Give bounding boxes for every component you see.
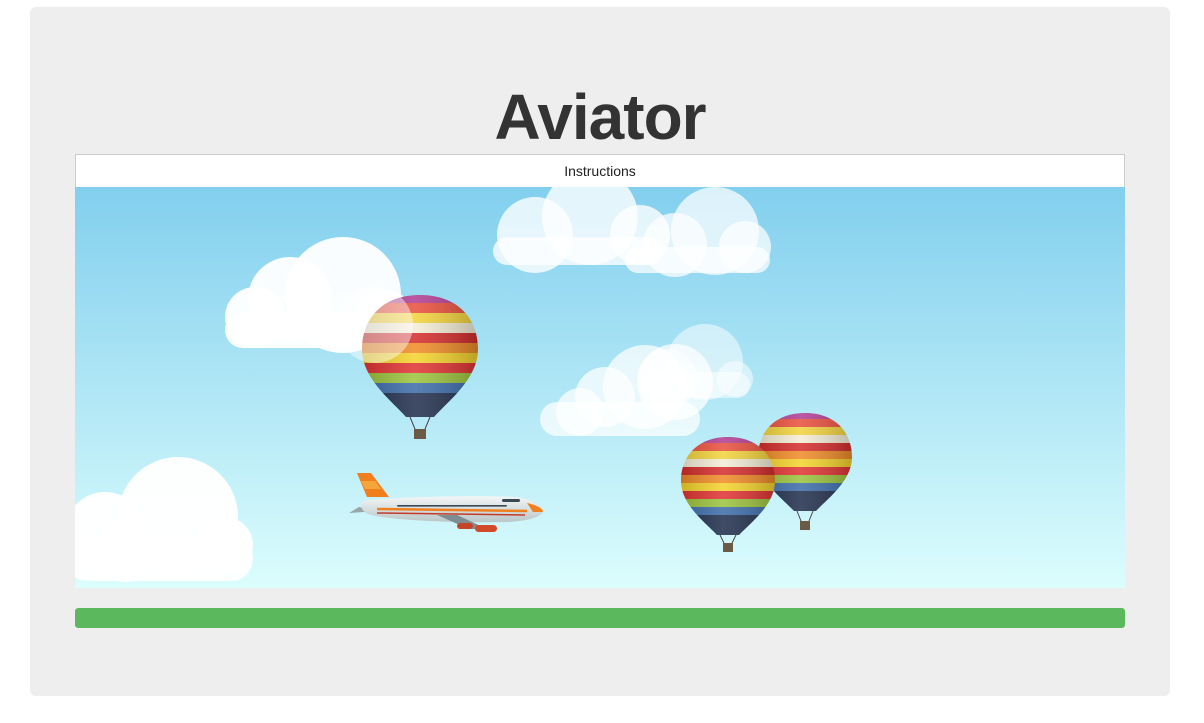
progress-bar-fill	[75, 608, 1125, 628]
progress-bar	[75, 608, 1125, 628]
game-panel: Aviator Instructions	[30, 7, 1170, 696]
page-title: Aviator	[494, 81, 706, 153]
instructions-button[interactable]: Instructions	[75, 154, 1125, 188]
game-canvas[interactable]	[75, 187, 1125, 588]
cloud	[337, 287, 413, 363]
